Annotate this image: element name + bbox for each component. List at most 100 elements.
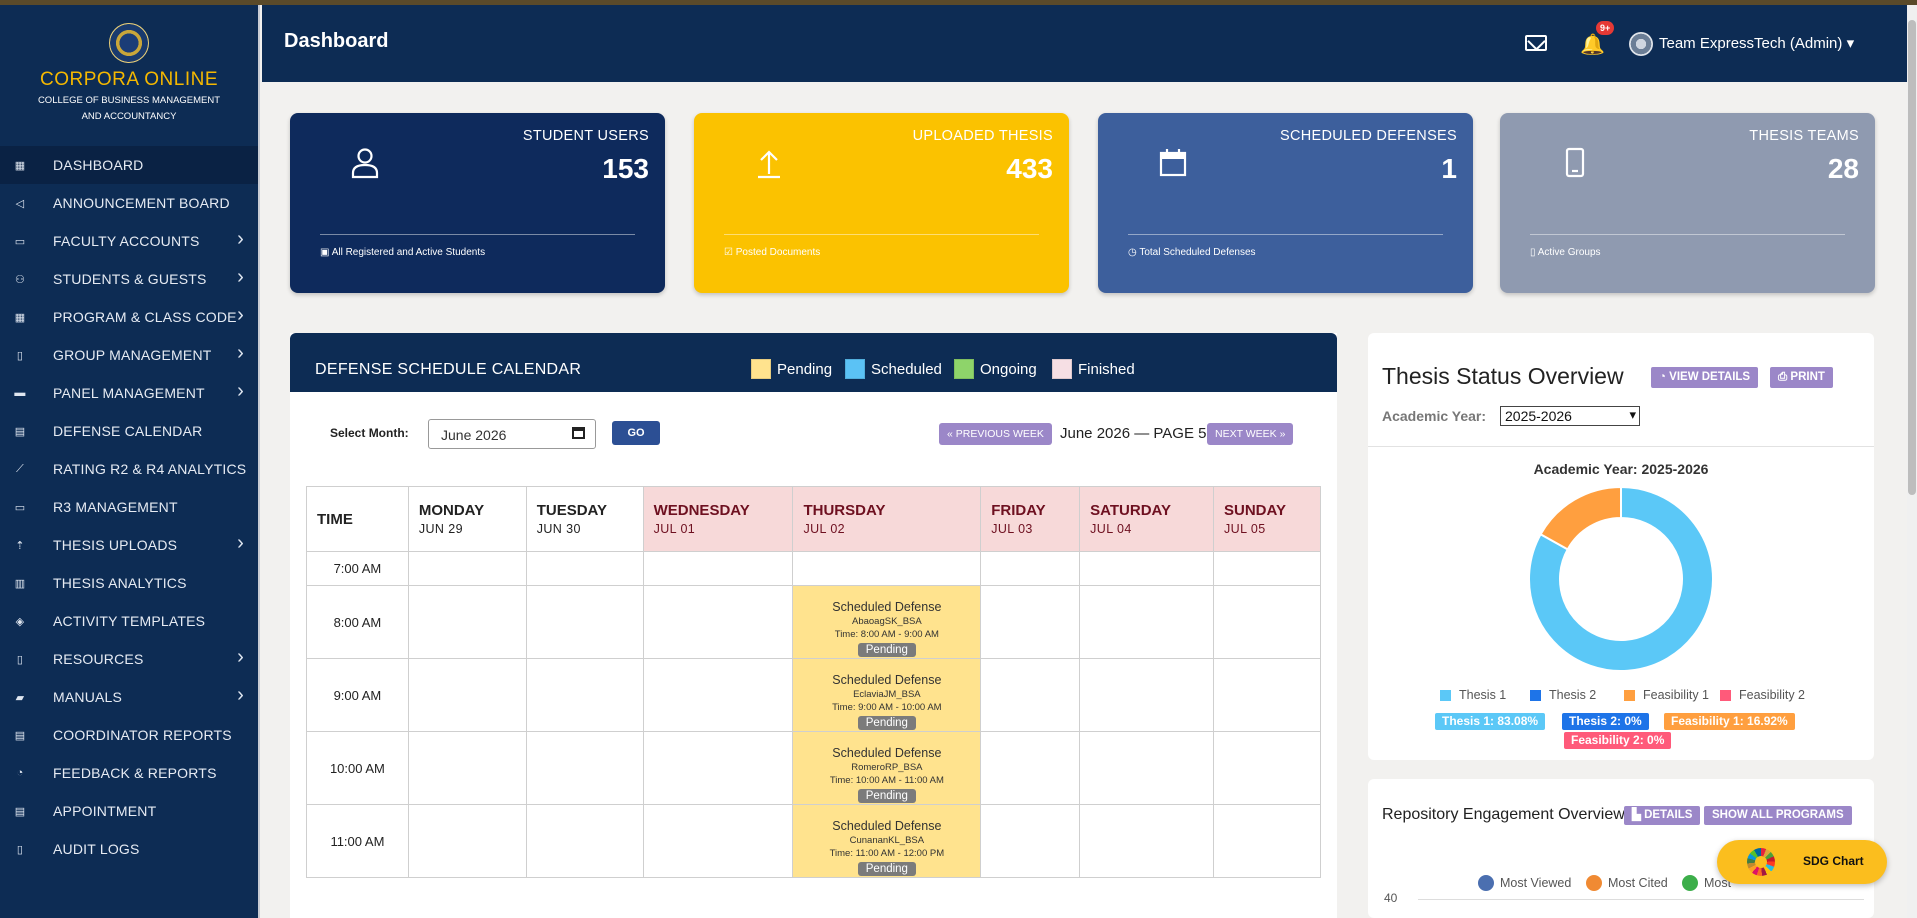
schedule-cell[interactable] — [980, 658, 1081, 732]
schedule-cell[interactable] — [642, 658, 794, 732]
book-icon: ▯ — [1530, 247, 1536, 258]
schedule-cell[interactable] — [980, 551, 1081, 586]
schedule-cell[interactable] — [407, 731, 527, 805]
sidebar-item-audit-logs[interactable]: ▯ AUDIT LOGS — [0, 830, 258, 868]
schedule-cell[interactable] — [1213, 585, 1321, 659]
schedule-cell[interactable] — [980, 585, 1081, 659]
schedule-cell[interactable] — [1213, 731, 1321, 805]
bell-icon[interactable]: 🔔 — [1580, 32, 1605, 56]
schedule-cell[interactable] — [1213, 658, 1321, 732]
scrollbar-thumb[interactable] — [1908, 20, 1916, 495]
money-icon: ▬ — [14, 387, 26, 399]
academic-year-select[interactable]: 2025-2026 — [1500, 406, 1640, 426]
schedule-cell[interactable] — [407, 551, 527, 586]
select-month-label: Select Month: — [330, 426, 409, 440]
schedule-cell[interactable] — [525, 585, 644, 659]
user-menu[interactable]: Team ExpressTech (Admin) ▾ — [1659, 34, 1854, 52]
details-button[interactable]: ▙ DETAILS — [1624, 806, 1701, 825]
schedule-cell[interactable] — [1079, 731, 1215, 805]
book-icon: ▰ — [15, 691, 25, 704]
schedule-cell[interactable] — [1213, 551, 1321, 586]
schedule-cell[interactable] — [525, 551, 644, 586]
sidebar-item-feedback-reports[interactable]: ◔ FEEDBACK & REPORTS — [0, 754, 258, 792]
schedule-cell[interactable] — [1079, 551, 1215, 586]
sidebar-item-rating-r2-r4-analytics[interactable]: ⟋ RATING R2 & R4 ANALYTICS — [0, 450, 258, 488]
sidebar-item-students-guests[interactable]: ⚇ STUDENTS & GUESTS › — [0, 260, 258, 298]
schedule-cell[interactable] — [1079, 658, 1215, 732]
legend-feasibility-1[interactable]: Feasibility 1 — [1624, 688, 1709, 702]
defense-event[interactable]: Scheduled Defense AbaoagSK_BSA Time: 8:00 … — [792, 585, 982, 659]
schedule-cell[interactable] — [1079, 585, 1215, 659]
slice-feasibility-1[interactable] — [1539, 487, 1622, 551]
stat-card-student-users[interactable]: STUDENT USERS 153 ▣ All Registered and A… — [290, 113, 665, 293]
event-title: Scheduled Defense — [832, 746, 942, 760]
schedule-cell[interactable] — [1213, 804, 1321, 878]
schedule-cell[interactable] — [642, 731, 794, 805]
schedule-cell[interactable] — [792, 551, 982, 586]
sidebar-item-appointment[interactable]: ▤ APPOINTMENT — [0, 792, 258, 830]
sidebar-item-group-management[interactable]: ▯ GROUP MANAGEMENT › — [0, 336, 258, 374]
sidebar-item-label: PROGRAM & CLASS CODE — [53, 309, 237, 325]
sidebar-item-defense-calendar[interactable]: ▤ DEFENSE CALENDAR — [0, 412, 258, 450]
chevron-right-icon: › — [237, 266, 244, 288]
sdg-chart-button[interactable]: SDG Chart — [1717, 840, 1887, 884]
legend-thesis-2[interactable]: Thesis 2 — [1530, 688, 1596, 702]
sidebar-item-manuals[interactable]: ▰ MANUALS › — [0, 678, 258, 716]
schedule-cell[interactable] — [980, 731, 1081, 805]
previous-week-button[interactable]: « PREVIOUS WEEK — [939, 423, 1052, 445]
stat-card-thesis-teams[interactable]: THESIS TEAMS 28 ▯ Active Groups — [1500, 113, 1875, 293]
defense-event[interactable]: Scheduled Defense CunananKL_BSA Time: 11:0… — [792, 804, 982, 878]
stat-card-scheduled-defenses[interactable]: SCHEDULED DEFENSES 1 ◷ Total Scheduled D… — [1098, 113, 1473, 293]
schedule-cell[interactable] — [642, 585, 794, 659]
sidebar-item-panel-management[interactable]: ▬ PANEL MANAGEMENT › — [0, 374, 258, 412]
sidebar-item-resources[interactable]: ▯ RESOURCES › — [0, 640, 258, 678]
status-badge: Pending — [857, 862, 916, 876]
next-week-button[interactable]: NEXT WEEK » — [1207, 423, 1294, 445]
sidebar-item-label: GROUP MANAGEMENT — [53, 347, 212, 363]
stat-card-uploaded-thesis[interactable]: UPLOADED THESIS 433 ☑ Posted Documents — [694, 113, 1069, 293]
defense-event[interactable]: Scheduled Defense EclaviaJM_BSA Time: 9:00… — [792, 658, 982, 732]
schedule-cell[interactable] — [407, 585, 527, 659]
sidebar-item-r3-management[interactable]: ▭ R3 MANAGEMENT — [0, 488, 258, 526]
event-time: Time: 8:00 AM - 9:00 AM — [834, 629, 939, 640]
tag-feasibility-2: Feasibility 2: 0% — [1564, 732, 1672, 749]
legend-dot — [1586, 875, 1602, 891]
legend-thesis-1[interactable]: Thesis 1 — [1440, 688, 1506, 702]
stat-footer: ▯ Active Groups — [1530, 247, 1601, 258]
envelope-icon[interactable] — [1525, 35, 1547, 51]
schedule-cell[interactable] — [525, 731, 644, 805]
go-button[interactable]: GO — [612, 421, 660, 445]
calendar-icon[interactable] — [572, 427, 585, 439]
legend-swatch — [1720, 689, 1731, 701]
avatar[interactable] — [1629, 32, 1653, 56]
sidebar-item-program-class-code[interactable]: ▦ PROGRAM & CLASS CODE › — [0, 298, 258, 336]
schedule-cell[interactable] — [407, 658, 527, 732]
schedule-cell[interactable] — [642, 551, 794, 586]
sidebar-item-dashboard[interactable]: ▦ DASHBOARD — [0, 146, 258, 184]
schedule-cell[interactable] — [525, 658, 644, 732]
megaphone-icon: ◁ — [15, 197, 25, 210]
schedule-cell[interactable] — [407, 804, 527, 878]
page-scrollbar[interactable] — [1907, 5, 1917, 918]
show-all-programs-button[interactable]: SHOW ALL PROGRAMS — [1704, 806, 1852, 825]
view-details-button[interactable]: ◔ VIEW DETAILS — [1651, 367, 1759, 388]
schedule-cell[interactable] — [1079, 804, 1215, 878]
print-button[interactable]: ⎙ PRINT — [1770, 367, 1833, 388]
stat-footer: ▣ All Registered and Active Students — [320, 247, 486, 258]
defense-event[interactable]: Scheduled Defense RomeroRP_BSA Time: 10:00… — [792, 731, 982, 805]
sidebar-item-thesis-uploads[interactable]: ⇡ THESIS UPLOADS › — [0, 526, 258, 564]
divider — [320, 234, 635, 235]
schedule-cell[interactable] — [642, 804, 794, 878]
mobile-icon — [1565, 147, 1585, 178]
sidebar-item-announcement-board[interactable]: ◁ ANNOUNCEMENT BOARD — [0, 184, 258, 222]
schedule-cell[interactable] — [980, 804, 1081, 878]
academic-year-label: Academic Year: — [1382, 408, 1487, 424]
legend-feasibility-2[interactable]: Feasibility 2 — [1720, 688, 1805, 702]
sidebar-item-thesis-analytics[interactable]: ▥ THESIS ANALYTICS — [0, 564, 258, 602]
sidebar-item-coordinator-reports[interactable]: ▤ COORDINATOR REPORTS — [0, 716, 258, 754]
schedule-cell[interactable] — [525, 804, 644, 878]
sidebar-item-activity-templates[interactable]: ◈ ACTIVITY TEMPLATES — [0, 602, 258, 640]
month-input[interactable]: June 2026 — [428, 419, 596, 449]
sidebar-item-faculty-accounts[interactable]: ▭ FACULTY ACCOUNTS › — [0, 222, 258, 260]
stat-footer: ☑ Posted Documents — [724, 247, 821, 258]
